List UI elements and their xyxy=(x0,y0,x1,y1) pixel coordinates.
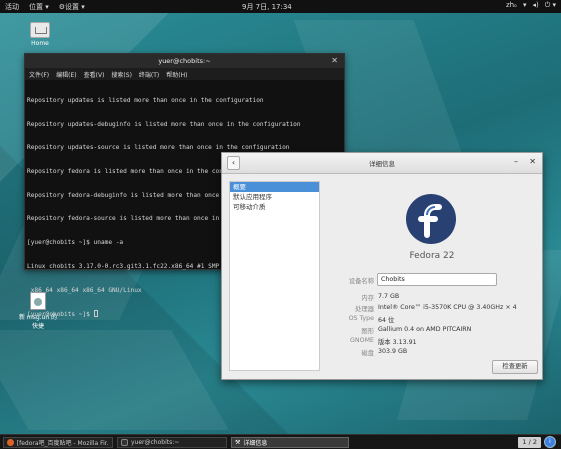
graphics-label: 图形 xyxy=(361,328,374,335)
memory-label: 内存 xyxy=(361,295,374,302)
activities-button[interactable]: 活动 xyxy=(0,2,24,12)
home-icon-label: Home xyxy=(31,40,49,47)
terminal-line: Repository updates is listed more than o… xyxy=(27,96,264,104)
menu-edit[interactable]: 编辑(E) xyxy=(56,70,76,79)
home-desktop-icon[interactable]: Home xyxy=(18,22,62,47)
taskbar-item-label: [fedora吧_百度贴吧 - Mozilla Fir... xyxy=(16,440,109,447)
gnome-value: 版本 3.13.91 xyxy=(378,339,417,346)
places-label: 位置 xyxy=(29,2,43,11)
os-type-row: OS Type 64 位 xyxy=(326,315,536,325)
close-icon[interactable]: ✕ xyxy=(331,56,338,65)
device-name-input[interactable] xyxy=(377,273,497,286)
terminal-title: yuer@chobits:~ xyxy=(158,57,211,65)
volume-icon[interactable]: ◂) xyxy=(532,1,538,10)
clock[interactable]: 9月 7日, 17:34 xyxy=(242,2,292,12)
processor-value: Intel® Core™ i5-3570K CPU @ 3.40GHz × 4 xyxy=(378,304,517,311)
firefox-icon xyxy=(7,439,14,446)
disk-label: 磁盘 xyxy=(361,350,374,357)
processor-label: 处理器 xyxy=(355,306,374,313)
menu-file[interactable]: 文件(F) xyxy=(29,70,49,79)
power-icon[interactable]: ⏻ ▾ xyxy=(545,1,556,10)
sidebar-item-overview[interactable]: 概要 xyxy=(230,182,319,192)
fedora-logo xyxy=(405,193,457,245)
terminal-menubar: 文件(F) 编辑(E) 查看(V) 搜索(S) 终端(T) 帮助(H) xyxy=(25,68,344,80)
terminal-line: Repository updates-source is listed more… xyxy=(27,144,290,152)
sidebar-item-default-apps[interactable]: 默认应用程序 xyxy=(230,192,319,202)
disk-value: 303.9 GB xyxy=(378,348,408,355)
terminal-cursor xyxy=(93,310,98,318)
os-name: Fedora 22 xyxy=(409,251,455,261)
minimize-icon[interactable]: – xyxy=(514,157,518,166)
tools-icon: ⚒ xyxy=(235,439,241,446)
chevron-left-icon: ‹ xyxy=(231,158,236,167)
os-type-value: 64 位 xyxy=(378,317,395,324)
taskbar-item-label: yuer@chobits:~ xyxy=(131,439,180,446)
taskbar-item-firefox[interactable]: [fedora吧_百度贴吧 - Mozilla Fir... xyxy=(3,437,113,448)
places-menu[interactable]: 位置 ▾ xyxy=(24,2,54,12)
terminal-line: Repository updates-debuginfo is listed m… xyxy=(27,120,301,128)
workspace-indicator[interactable]: 1 / 2 xyxy=(518,437,541,448)
graphics-row: 图形 Gallium 0.4 on AMD PITCAIRN xyxy=(326,326,536,336)
settings-menu[interactable]: ⚙设置 ▾ xyxy=(54,2,90,12)
disk-row: 磁盘 303.9 GB xyxy=(326,348,536,358)
close-icon[interactable]: ✕ xyxy=(529,157,536,166)
memory-value: 7.7 GB xyxy=(378,293,400,300)
sidebar-item-removable-media[interactable]: 可移动介质 xyxy=(230,202,319,212)
details-window[interactable]: ‹ 详细信息 – ✕ 概要 默认应用程序 可移动介质 Fedora 22 设备名… xyxy=(221,152,543,380)
terminal-prompt: [yuer@chobits ~]$ xyxy=(27,311,94,319)
home-folder-icon xyxy=(30,22,50,38)
notification-icon[interactable]: i xyxy=(544,436,556,448)
menu-view[interactable]: 查看(V) xyxy=(84,70,105,79)
check-update-button[interactable]: 检查更新 xyxy=(492,360,538,374)
os-type-label: OS Type xyxy=(348,315,374,322)
menu-help[interactable]: 帮助(H) xyxy=(166,70,187,79)
gnome-row: GNOME 版本 3.13.91 xyxy=(326,337,536,347)
back-button[interactable]: ‹ xyxy=(227,156,240,170)
settings-label: 设置 xyxy=(65,2,80,11)
taskbar-item-terminal[interactable]: yuer@chobits:~ xyxy=(117,437,227,448)
top-bar: 活动 位置 ▾ ⚙设置 ▾ 9月 7日, 17:34 zhₒ ▾ ◂) ⏻ ▾ xyxy=(0,0,561,13)
system-tray[interactable]: zhₒ ▾ ◂) ⏻ ▾ xyxy=(506,1,556,10)
memory-row: 内存 7.7 GB xyxy=(326,293,536,303)
device-name-label: 设备名称 xyxy=(348,278,374,285)
bottom-taskbar: [fedora吧_百度贴吧 - Mozilla Fir... yuer@chob… xyxy=(0,434,561,449)
taskbar-item-label: 详细信息 xyxy=(243,440,268,447)
processor-row: 处理器 Intel® Core™ i5-3570K CPU @ 3.40GHz … xyxy=(326,304,536,314)
terminal-icon xyxy=(121,439,128,446)
details-sidebar: 概要 默认应用程序 可移动介质 xyxy=(229,181,320,371)
details-titlebar[interactable]: ‹ 详细信息 – ✕ xyxy=(222,153,542,174)
gnome-label: GNOME xyxy=(350,337,374,344)
menu-terminal[interactable]: 终端(T) xyxy=(139,70,159,79)
network-icon[interactable]: ▾ xyxy=(523,1,527,10)
taskbar-item-details[interactable]: ⚒ 详细信息 xyxy=(231,437,349,448)
input-method-indicator[interactable]: zhₒ xyxy=(506,1,517,10)
graphics-value: Gallium 0.4 on AMD PITCAIRN xyxy=(378,326,472,333)
details-title: 详细信息 xyxy=(369,160,395,168)
menu-search[interactable]: 搜索(S) xyxy=(111,70,132,79)
terminal-titlebar[interactable]: yuer@chobits:~ ✕ xyxy=(25,54,344,68)
